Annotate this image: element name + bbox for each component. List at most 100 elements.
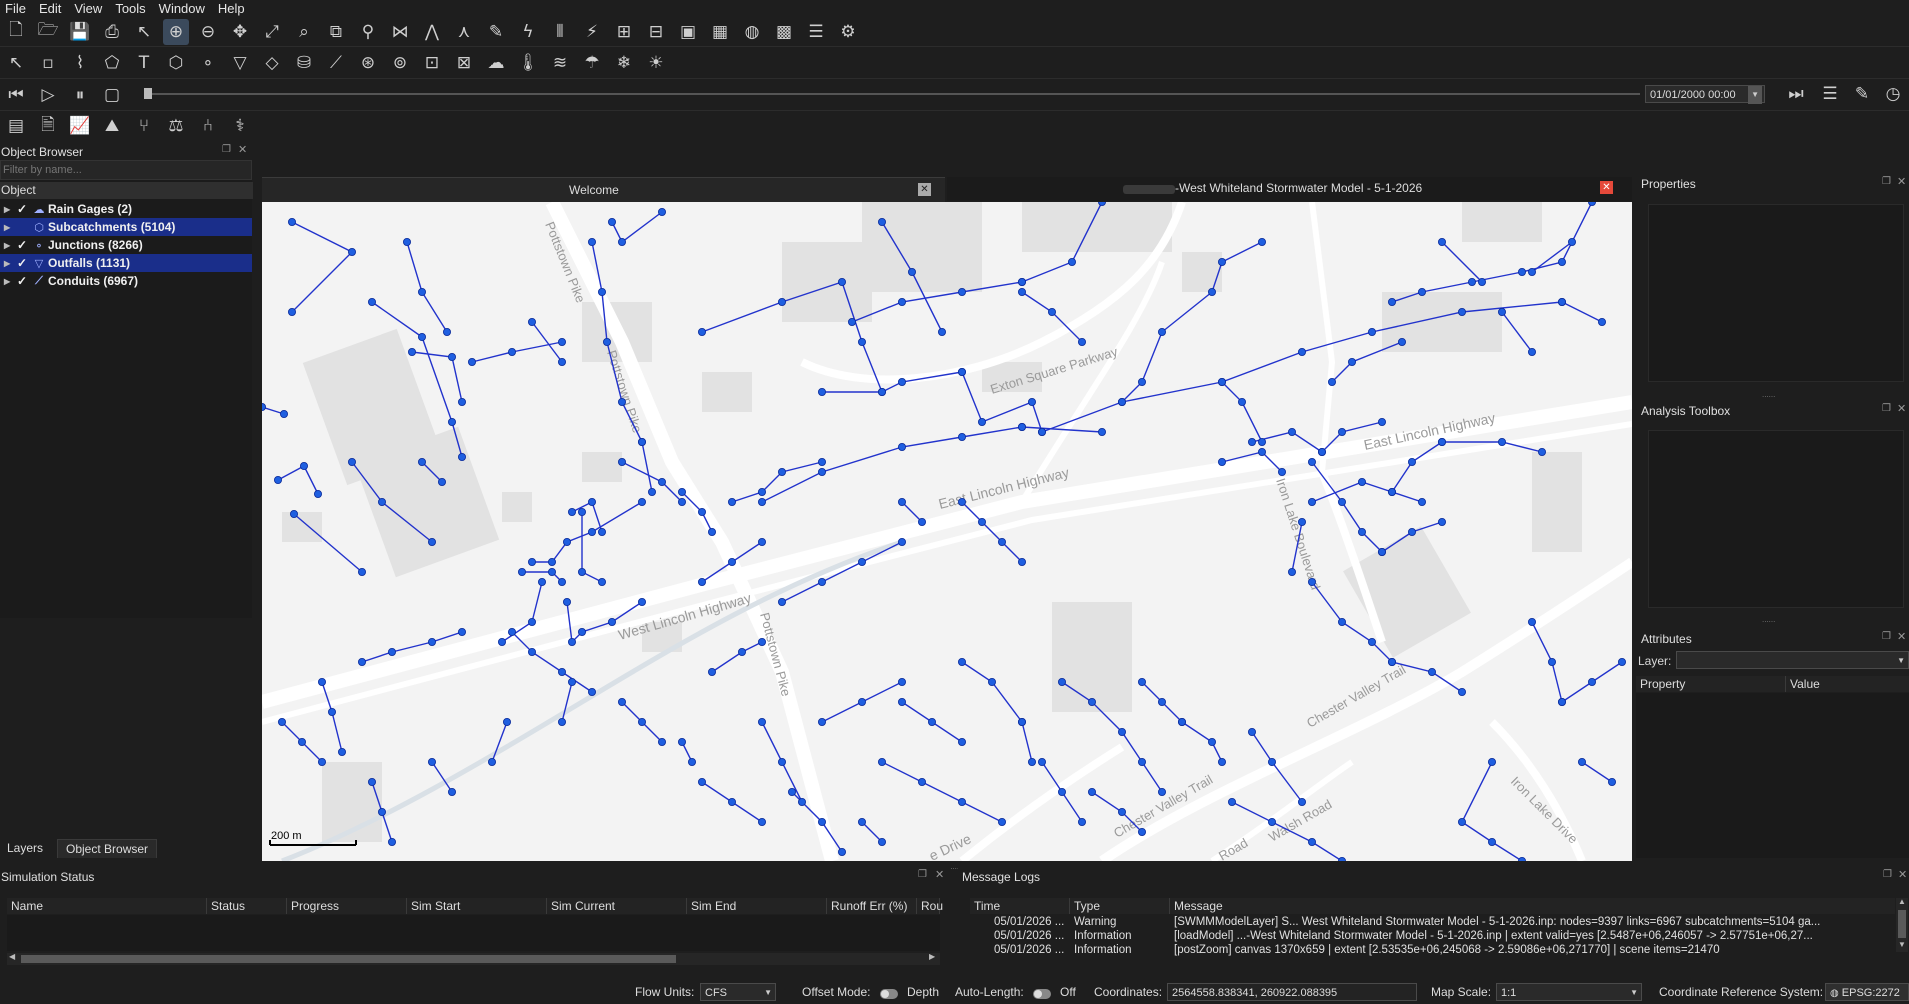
conduit[interactable] (532, 501, 643, 563)
close-icon[interactable]: ✕ (1600, 181, 1613, 194)
conduit[interactable] (1181, 721, 1223, 763)
step-forward-icon[interactable]: ⏭ (1783, 81, 1809, 107)
junction-node[interactable] (1338, 497, 1347, 506)
junction-node[interactable] (279, 409, 288, 418)
junction-node[interactable] (417, 288, 426, 297)
junction-node[interactable] (1218, 758, 1227, 767)
layer-select[interactable]: ▼ (1676, 651, 1909, 669)
junction-node[interactable] (497, 637, 506, 646)
junction-node[interactable] (1288, 567, 1297, 576)
junction-node[interactable] (1118, 728, 1127, 737)
polygon-draw-icon[interactable]: ⬡ (163, 50, 189, 76)
expand-icon[interactable]: ▶ (4, 241, 14, 250)
junction-node[interactable] (1118, 397, 1127, 406)
junction-node[interactable] (1268, 758, 1277, 767)
junction-node[interactable] (898, 298, 907, 307)
junction-node[interactable] (1378, 547, 1387, 556)
junction-node[interactable] (858, 697, 867, 706)
select-icon[interactable]: ↖ (131, 19, 157, 45)
junction-node[interactable] (1308, 457, 1317, 466)
junction-node[interactable] (1088, 788, 1097, 797)
conduit[interactable] (1561, 301, 1603, 323)
junction-node[interactable] (617, 397, 626, 406)
conduit[interactable] (571, 501, 603, 533)
junction-node[interactable] (368, 298, 377, 307)
junction-node[interactable] (607, 217, 616, 226)
junction-node[interactable] (978, 517, 987, 526)
junction-node[interactable] (1278, 467, 1287, 476)
outlet-icon[interactable]: ⊠ (451, 50, 477, 76)
conduit[interactable] (561, 681, 573, 723)
conduit[interactable] (277, 465, 319, 495)
junction-node[interactable] (417, 457, 426, 466)
junction-node[interactable] (1098, 202, 1106, 206)
tree-item[interactable]: ▶ ✓ ⟋ Conduits (6967) (0, 272, 252, 290)
junction-node[interactable] (677, 487, 686, 496)
edit-doc-icon[interactable]: ✎ (1849, 81, 1875, 107)
text-icon[interactable]: T (131, 50, 157, 76)
junction-node[interactable] (707, 527, 716, 536)
junction-node[interactable] (1218, 377, 1227, 386)
junction-node[interactable] (858, 337, 867, 346)
conduit[interactable] (881, 761, 1003, 823)
junction-node[interactable] (998, 537, 1007, 546)
junction-node[interactable] (958, 367, 967, 376)
junction-node[interactable] (427, 537, 436, 546)
tree-item[interactable]: ▶ ✓ ▽ Outfalls (1131) (0, 254, 252, 272)
junction-node[interactable] (1438, 437, 1447, 446)
junction-node[interactable] (617, 457, 626, 466)
junction-node[interactable] (757, 818, 766, 827)
junction-node[interactable] (1258, 437, 1267, 446)
junction-node[interactable] (1588, 202, 1596, 206)
junction-node[interactable] (527, 318, 536, 327)
conduit[interactable] (291, 221, 354, 313)
junction-node[interactable] (757, 537, 766, 546)
junction-node[interactable] (527, 647, 536, 656)
junction-node[interactable] (1138, 677, 1147, 686)
menu-view[interactable]: View (69, 1, 110, 16)
junction-node[interactable] (1018, 718, 1027, 727)
junction-node[interactable] (300, 461, 309, 470)
junction-node[interactable] (1548, 657, 1557, 666)
junction-node[interactable] (388, 838, 397, 847)
map-svg[interactable]: Pottstown Pike Pottstown Pike Pottstown … (262, 202, 1632, 861)
image-icon[interactable]: ▣ (675, 19, 701, 45)
conduit[interactable] (1021, 426, 1103, 433)
scroll-up-icon[interactable]: ▲ (1898, 897, 1906, 906)
conduit[interactable] (961, 661, 1023, 723)
junction-node[interactable] (757, 718, 766, 727)
junction-node[interactable] (1558, 697, 1567, 706)
calibrate-icon[interactable]: ⚖ (163, 113, 189, 139)
close-icon[interactable]: ✕ (935, 868, 944, 881)
junction-node[interactable] (1298, 517, 1307, 526)
scrollbar-thumb[interactable] (21, 955, 676, 963)
settings-icon[interactable]: ⚙ (835, 19, 861, 45)
log-row[interactable]: 05/01/2026 ... Information [postZoom] canv… (970, 943, 1895, 957)
junction-node[interactable] (1458, 687, 1467, 696)
junction-node[interactable] (1518, 857, 1526, 861)
junction-node[interactable] (407, 347, 416, 356)
junction-node[interactable] (1468, 278, 1477, 287)
play-icon[interactable]: ▷ (35, 82, 61, 108)
conduit[interactable] (1531, 621, 1563, 703)
junction-node[interactable] (778, 758, 787, 767)
junction-node[interactable] (818, 457, 827, 466)
close-icon[interactable]: ✕ (238, 143, 247, 156)
junction-node[interactable] (402, 238, 411, 247)
junction-node[interactable] (1488, 758, 1497, 767)
expand-icon[interactable]: ▶ (4, 223, 14, 232)
junction-node[interactable] (958, 497, 967, 506)
junction-node[interactable] (757, 487, 766, 496)
junction-node[interactable] (273, 475, 282, 484)
conduit[interactable] (711, 641, 763, 673)
junction-node[interactable] (1558, 258, 1567, 267)
menu-help[interactable]: Help (213, 1, 253, 16)
profile-icon[interactable]: ⋏ (451, 19, 477, 45)
junction-node[interactable] (557, 337, 566, 346)
junction-node[interactable] (562, 597, 571, 606)
junction-node[interactable] (637, 497, 646, 506)
weir-icon[interactable]: ⊡ (419, 50, 445, 76)
junction-node[interactable] (818, 577, 827, 586)
junction-node[interactable] (298, 738, 307, 747)
junction-node[interactable] (567, 677, 576, 686)
